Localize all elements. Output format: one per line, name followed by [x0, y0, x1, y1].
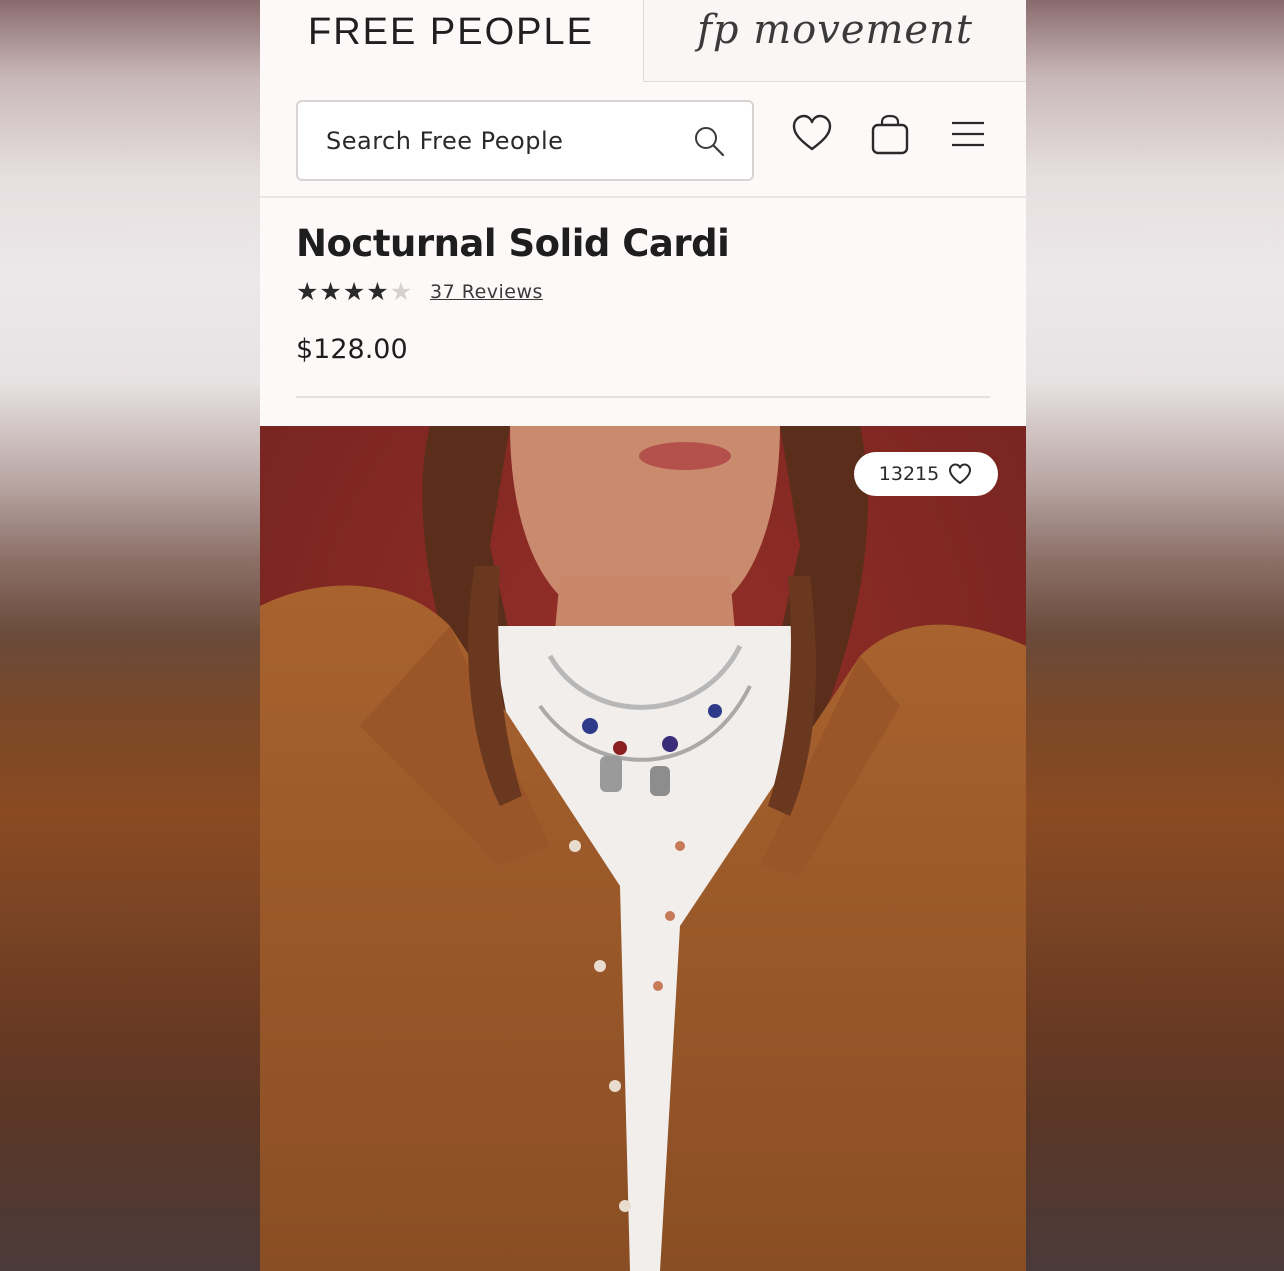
like-button[interactable]: 13215 [854, 452, 998, 496]
wishlist-button[interactable] [790, 112, 834, 156]
price-divider [296, 396, 990, 398]
product-image[interactable] [260, 426, 1026, 1271]
shopping-bag-icon [871, 114, 909, 155]
brand-tabs: FREE PEOPLE fp movement [260, 0, 1026, 82]
search-input[interactable]: Search Free People [296, 100, 754, 181]
heart-icon [792, 114, 832, 151]
product-title: Nocturnal Solid Cardi [296, 222, 730, 265]
product-photo [260, 426, 1026, 1271]
rating-stars[interactable]: ★ ★ ★ ★ ★ [296, 280, 412, 305]
star-filled-icon: ★ [342, 278, 366, 306]
reviews-link[interactable]: 37 Reviews [430, 281, 543, 303]
star-filled-icon: ★ [319, 278, 342, 306]
heart-icon [949, 463, 972, 484]
search-icon[interactable] [692, 124, 726, 158]
like-count: 13215 [878, 463, 940, 485]
star-filled-icon: ★ [366, 278, 389, 306]
background-blur-left [0, 0, 260, 1271]
star-empty-icon: ★ [389, 278, 413, 306]
star-filled-icon: ★ [296, 278, 319, 306]
search-placeholder: Search Free People [326, 126, 564, 155]
hamburger-menu-icon [952, 121, 984, 147]
fp-movement-logo[interactable]: fp movement [643, 0, 1026, 82]
background-blur-right [1026, 0, 1284, 1271]
free-people-logo[interactable]: FREE PEOPLE [260, 0, 642, 82]
product-price: $128.00 [296, 334, 408, 365]
mobile-page: FREE PEOPLE fp movement Search Free Peop… [260, 0, 1026, 1271]
menu-button[interactable] [946, 112, 990, 156]
shopping-bag-button[interactable] [868, 112, 912, 156]
header-divider [260, 196, 1026, 198]
